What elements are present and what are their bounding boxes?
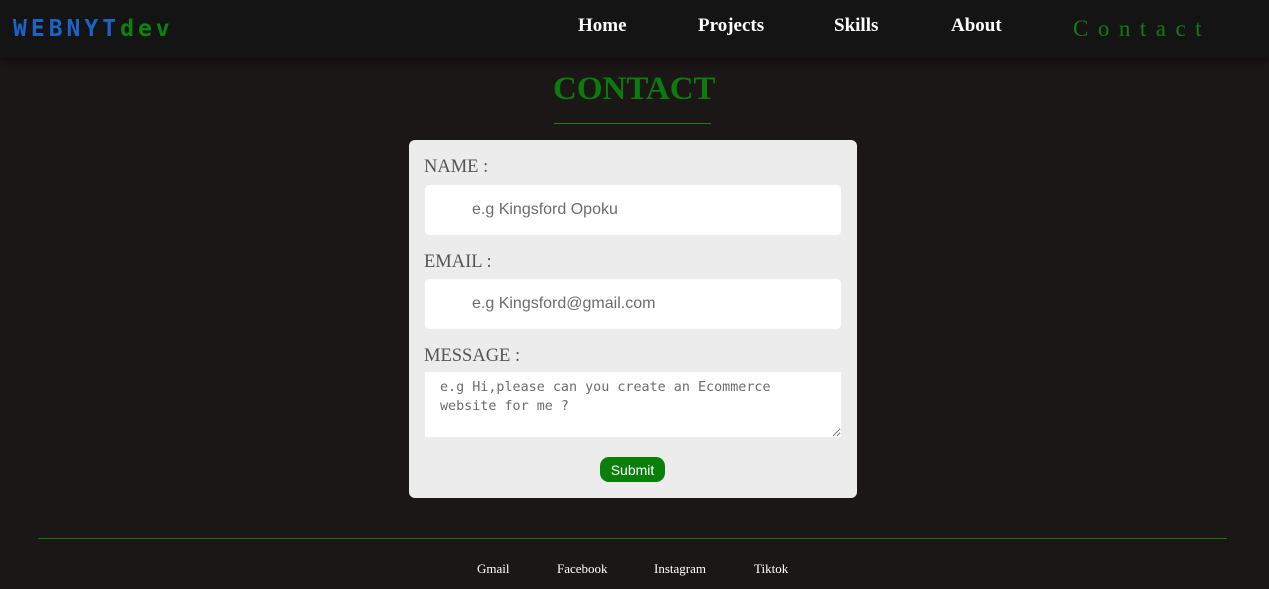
message-label: MESSAGE : — [424, 346, 521, 366]
navbar: WEBNYTdev Home Projects Skills About Con… — [0, 0, 1269, 58]
nav-home[interactable]: Home — [578, 15, 627, 37]
nav-about[interactable]: About — [951, 15, 1002, 37]
nav-contact[interactable]: Contact — [1073, 16, 1211, 42]
email-label: EMAIL : — [424, 252, 492, 272]
name-input[interactable] — [425, 185, 841, 235]
footer-link-tiktok[interactable]: Tiktok — [754, 561, 788, 577]
nav-skills[interactable]: Skills — [834, 15, 878, 37]
title-underline — [554, 123, 711, 124]
brand-logo[interactable]: WEBNYTdev — [13, 16, 174, 42]
page-title: CONTACT — [553, 71, 716, 107]
footer-link-gmail[interactable]: Gmail — [477, 561, 510, 577]
message-textarea[interactable] — [425, 372, 841, 437]
submit-button[interactable]: Submit — [600, 457, 665, 482]
nav-projects[interactable]: Projects — [698, 15, 764, 37]
brand-logo-part2: dev — [120, 16, 174, 42]
name-label: NAME : — [424, 157, 489, 177]
footer-link-facebook[interactable]: Facebook — [557, 561, 608, 577]
footer-divider — [38, 538, 1227, 539]
email-input[interactable] — [425, 279, 841, 329]
footer-link-instagram[interactable]: Instagram — [654, 561, 706, 577]
brand-logo-part1: WEBNYT — [13, 16, 121, 42]
contact-form: NAME : EMAIL : MESSAGE : Submit — [409, 140, 857, 498]
